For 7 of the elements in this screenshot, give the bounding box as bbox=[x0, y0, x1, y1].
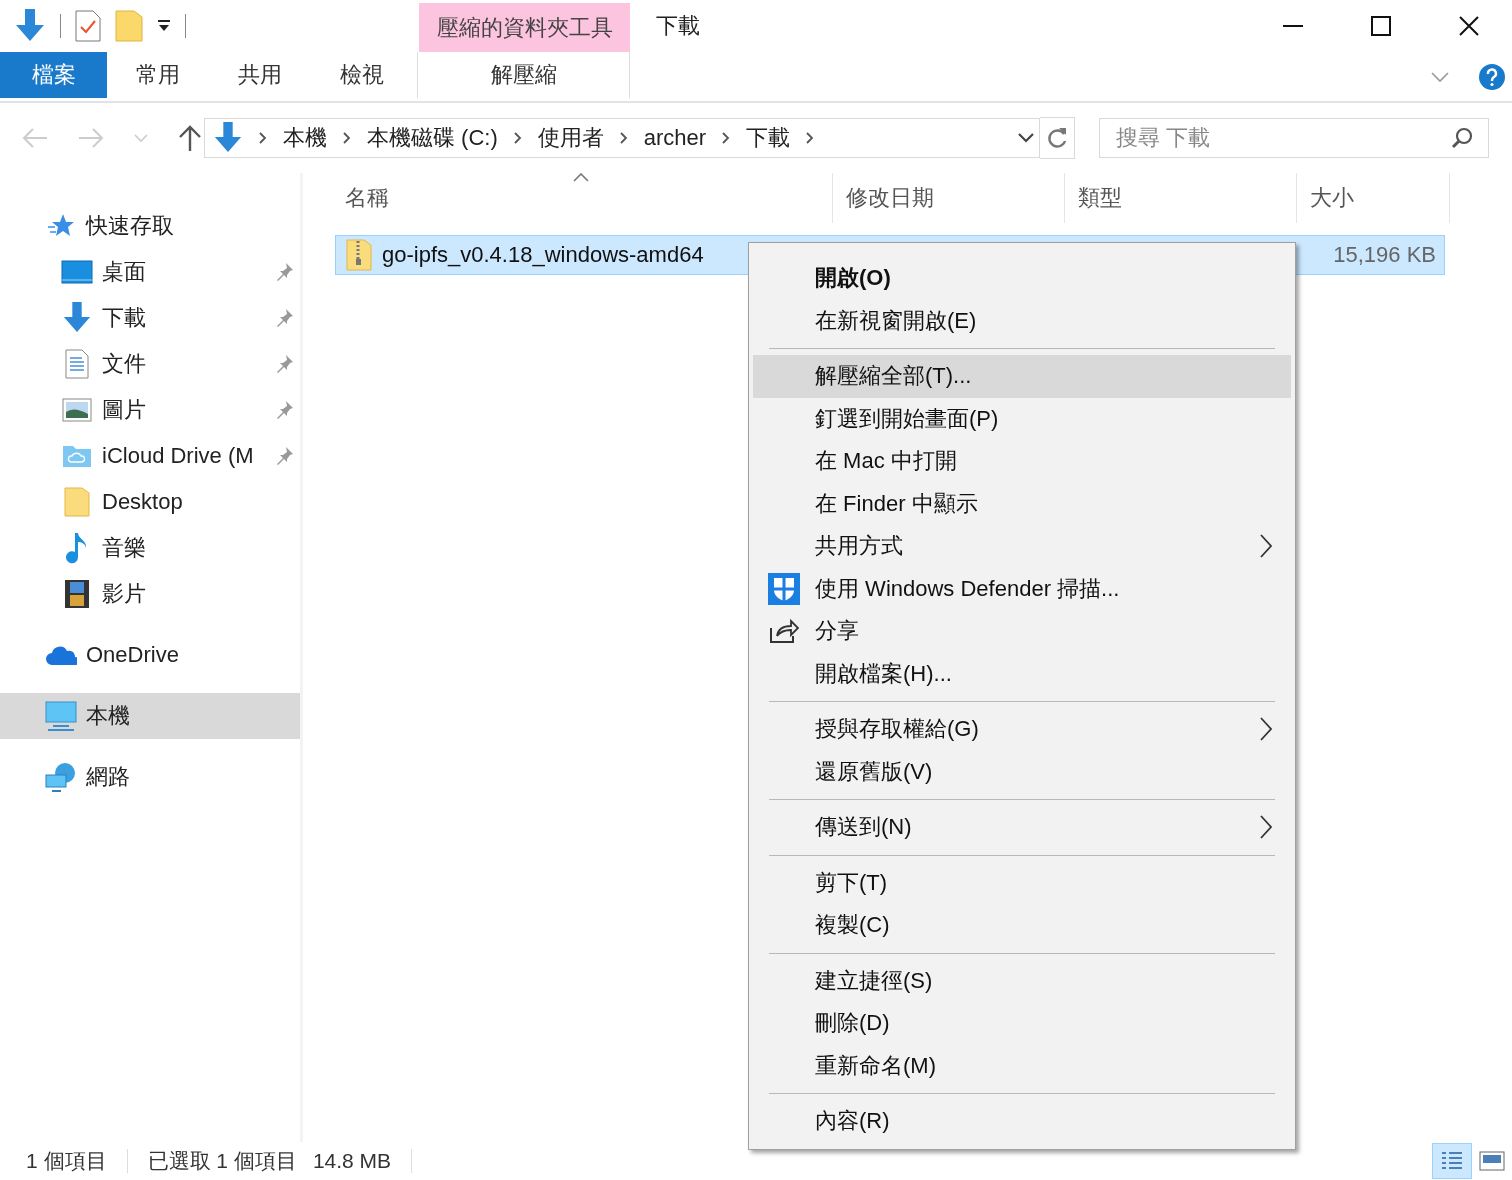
selection-size: 14.8 MB bbox=[312, 1149, 413, 1173]
contextual-tab-group: 壓縮的資料夾工具 bbox=[419, 3, 630, 52]
file-size: 15,196 KB bbox=[1333, 242, 1436, 268]
file-name: go-ipfs_v0.4.18_windows-amd64 bbox=[382, 242, 704, 268]
selection-count: 已選取 1 個項目 bbox=[147, 1148, 297, 1174]
item-count: 1 個項目 bbox=[26, 1148, 107, 1174]
window-title: 下載 bbox=[656, 12, 700, 40]
